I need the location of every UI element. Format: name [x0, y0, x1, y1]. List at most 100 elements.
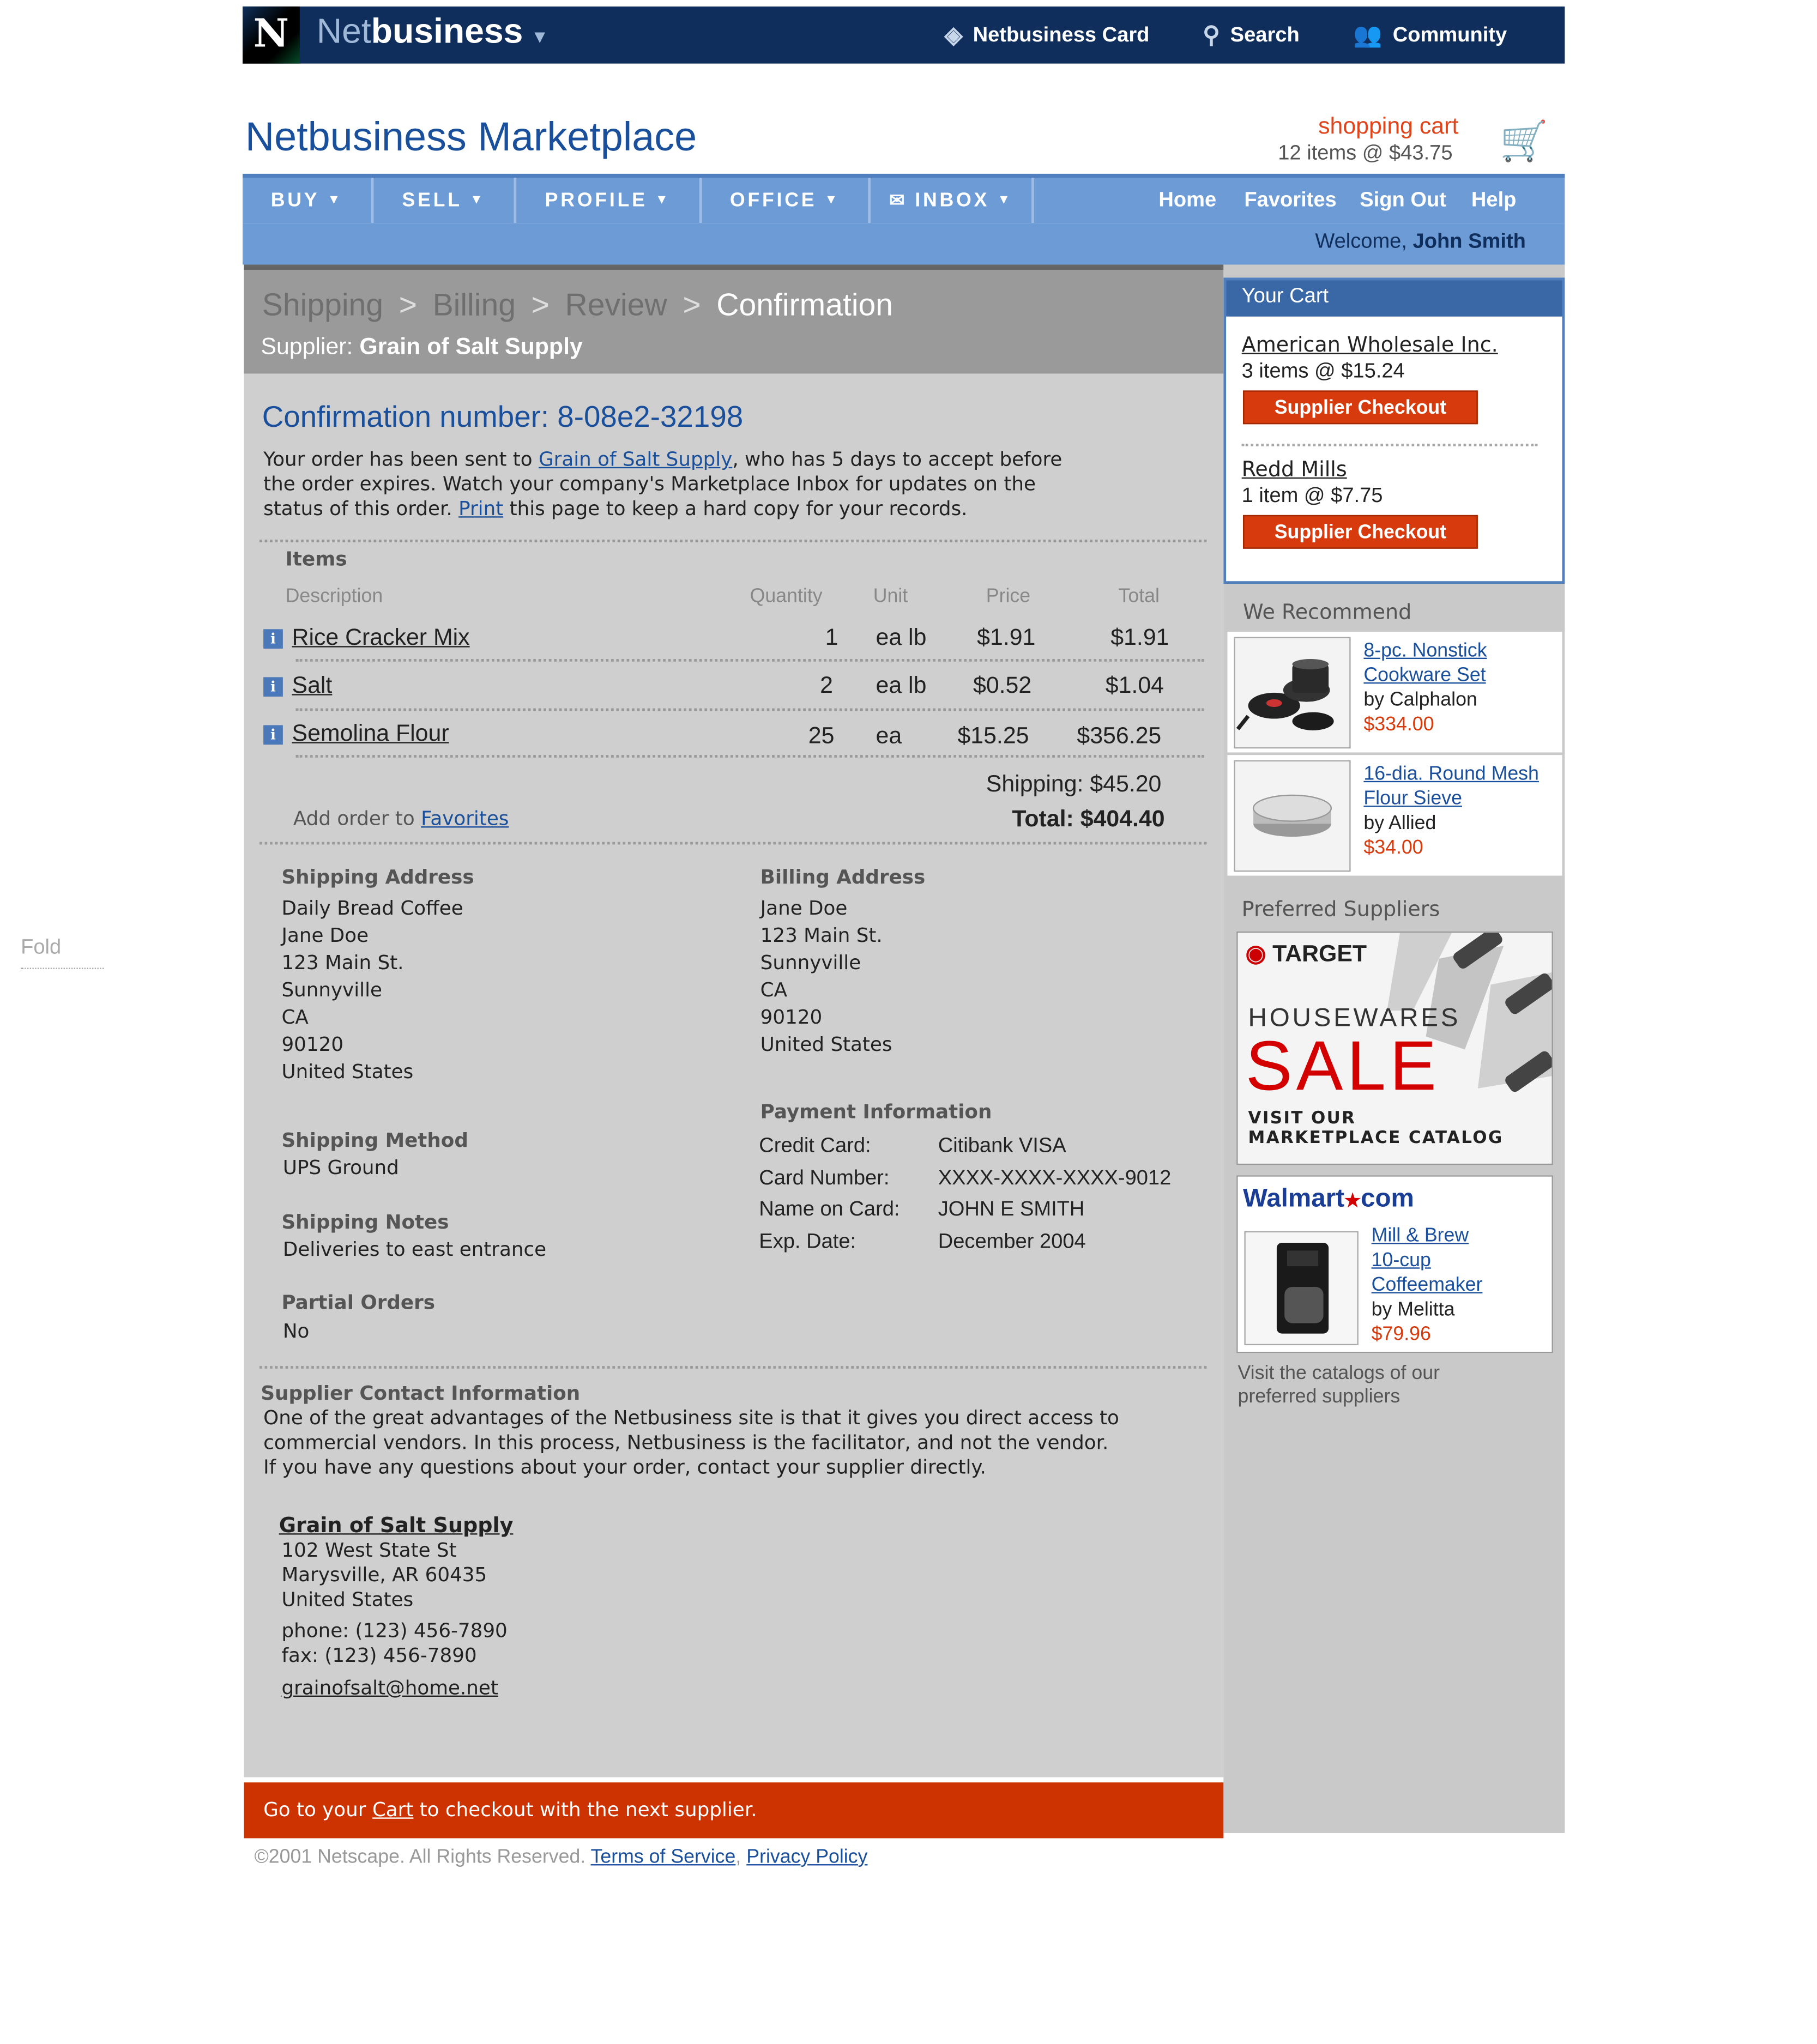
supplier-fax: fax: (123) 456-7890: [281, 1643, 477, 1667]
next-supplier-text: Go to your Cart to checkout with the nex…: [263, 1798, 757, 1822]
cart-supplier-link[interactable]: American Wholesale Inc.: [1242, 332, 1498, 356]
shipping-notes: Deliveries to east entrance: [282, 1237, 547, 1261]
chevron-down-icon: ▼: [997, 193, 1013, 208]
cart-summary: 12 items @ $43.75: [1278, 142, 1453, 165]
search-link[interactable]: ⚲ Search: [1203, 22, 1299, 49]
recommend-item: 8-pc. Nonstick Cookware Set by Calphalon…: [1227, 632, 1562, 753]
divider: [1241, 443, 1538, 446]
item-qty: 2: [820, 672, 833, 698]
tab-inbox[interactable]: ✉ INBOX ▼: [871, 178, 1034, 223]
supplier-label: Supplier: Grain of Salt Supply: [261, 333, 583, 360]
info-icon[interactable]: i: [263, 629, 283, 649]
billing-address-heading: Billing Address: [760, 865, 926, 889]
netbusiness-card-link[interactable]: ◈ Netbusiness Card: [945, 22, 1150, 49]
product-link[interactable]: Flour Sieve: [1363, 786, 1539, 811]
your-cart-heading: Your Cart: [1226, 280, 1562, 317]
partial-orders: No: [282, 1319, 310, 1343]
product-link[interactable]: 8-pc. Nonstick: [1363, 638, 1487, 663]
divider: [295, 659, 1204, 662]
col-quantity: Quantity: [750, 585, 823, 607]
product-link[interactable]: 16-dia. Round Mesh: [1363, 761, 1539, 786]
info-icon[interactable]: i: [263, 725, 283, 745]
confirmation-number: Confirmation number: 8-08e2-32198: [262, 400, 744, 433]
shipping-notes-heading: Shipping Notes: [281, 1210, 449, 1234]
coffeemaker-icon: [1276, 1243, 1329, 1334]
chevron-down-icon: ▼: [470, 193, 486, 208]
product-price: $79.96: [1371, 1323, 1431, 1346]
privacy-link[interactable]: Privacy Policy: [746, 1846, 867, 1868]
item-link[interactable]: Salt: [292, 672, 333, 699]
supplier-phone: phone: (123) 456-7890: [281, 1619, 508, 1643]
supplier-contact-text: One of the great advantages of the Netbu…: [263, 1406, 1119, 1479]
sign-out-link[interactable]: Sign Out: [1360, 189, 1446, 213]
brand-menu[interactable]: Netbusiness ▼: [317, 11, 549, 52]
breadcrumb: Shipping > Billing > Review > Confirmation: [262, 288, 894, 323]
product-link[interactable]: 10-cup: [1372, 1248, 1483, 1273]
item-link[interactable]: Rice Cracker Mix: [292, 624, 470, 651]
terms-link[interactable]: Terms of Service: [591, 1846, 736, 1868]
community-icon: 👥: [1353, 22, 1383, 49]
netscape-logo-icon[interactable]: N: [243, 6, 300, 64]
sieve-image[interactable]: [1234, 760, 1351, 872]
chevron-down-icon: ▼: [655, 193, 671, 208]
page-title: Netbusiness Marketplace: [245, 114, 697, 160]
sidebar: Your Cart American Wholesale Inc. 3 item…: [1223, 264, 1565, 1833]
fold-marker: Fold: [21, 936, 104, 969]
item-total: $356.25: [1077, 722, 1162, 749]
print-link[interactable]: Print: [458, 497, 503, 521]
info-icon[interactable]: i: [263, 677, 283, 697]
product-link[interactable]: Cookware Set: [1363, 663, 1487, 687]
welcome-bar: Welcome, John Smith: [243, 223, 1565, 265]
envelope-icon: ✉: [889, 189, 907, 210]
cart-link[interactable]: Cart: [372, 1798, 413, 1822]
payment-values: Citibank VISA XXXX-XXXX-XXXX-9012 JOHN E S…: [938, 1135, 1172, 1253]
supplier-contact-heading: Supplier Contact Information: [261, 1381, 581, 1405]
favorites-link[interactable]: Favorites: [1244, 189, 1336, 213]
tab-sell[interactable]: SELL ▼: [373, 178, 517, 223]
payment-heading: Payment Information: [760, 1100, 992, 1124]
partial-orders-heading: Partial Orders: [281, 1291, 436, 1314]
supplier-link[interactable]: Grain of Salt Supply: [539, 447, 732, 471]
community-link[interactable]: 👥 Community: [1353, 22, 1507, 49]
main-nav: BUY ▼ SELL ▼ PROFILE ▼ OFFICE ▼ ✉ INBOX ▼ Home…: [243, 173, 1565, 223]
col-unit: Unit: [873, 585, 908, 607]
item-price: $15.25: [957, 722, 1029, 749]
target-logo: ◉ TARGET: [1245, 940, 1367, 967]
card-icon: ◈: [944, 22, 963, 49]
supplier-name-link[interactable]: Grain of Salt Supply: [279, 1513, 514, 1537]
copyright: ©2001 Netscape. All Rights Reserved. Ter…: [254, 1846, 868, 1868]
recommend-text: 8-pc. Nonstick Cookware Set by Calphalon…: [1363, 638, 1487, 737]
product-link[interactable]: Coffeemaker: [1372, 1273, 1483, 1297]
recommend-item: 16-dia. Round Mesh Flour Sieve by Allied…: [1227, 755, 1562, 876]
item-link[interactable]: Semolina Flour: [292, 720, 449, 747]
step-confirmation: Confirmation: [716, 288, 894, 323]
supplier-checkout-button[interactable]: Supplier Checkout: [1243, 515, 1478, 549]
shipping-address-heading: Shipping Address: [281, 865, 474, 889]
supplier-email-link[interactable]: grainofsalt@home.net: [281, 1676, 498, 1701]
shipping-address: Daily Bread Coffee Jane Doe 123 Main St. Su…: [281, 896, 463, 1084]
shipping-method-heading: Shipping Method: [281, 1128, 468, 1152]
visit-catalogs-text: Visit the catalogs of our preferred suppl…: [1238, 1362, 1440, 1408]
tab-office[interactable]: OFFICE ▼: [702, 178, 871, 223]
cart-supplier-summary: 1 item @ $7.75: [1241, 485, 1383, 507]
supplier-checkout-button[interactable]: Supplier Checkout: [1243, 390, 1478, 425]
home-link[interactable]: Home: [1158, 189, 1216, 213]
target-ad[interactable]: ◉ TARGET HOUSEWARES SALE VISIT OUR MARKE…: [1236, 931, 1553, 1165]
item-total: $1.91: [1110, 624, 1169, 650]
shopping-cart-icon[interactable]: 🛒: [1500, 119, 1548, 165]
tab-profile[interactable]: PROFILE ▼: [516, 178, 702, 223]
shopping-cart-link[interactable]: shopping cart: [1318, 113, 1458, 140]
divider: [295, 755, 1204, 758]
cookware-image[interactable]: [1234, 637, 1351, 749]
tab-buy[interactable]: BUY ▼: [243, 178, 374, 223]
chevron-down-icon: ▼: [530, 26, 549, 47]
cart-supplier-link[interactable]: Redd Mills: [1242, 457, 1347, 481]
product-link[interactable]: Mill & Brew: [1372, 1223, 1483, 1248]
favorites-link[interactable]: Favorites: [421, 807, 509, 830]
walmart-ad[interactable]: Walmart★com Mill & Brew 10-cup Coffeemak…: [1236, 1175, 1553, 1353]
brand-suffix: business: [371, 11, 523, 51]
we-recommend-heading: We Recommend: [1243, 599, 1412, 624]
help-link[interactable]: Help: [1471, 189, 1517, 213]
coffeemaker-image[interactable]: [1244, 1231, 1359, 1346]
divider: [295, 708, 1204, 711]
